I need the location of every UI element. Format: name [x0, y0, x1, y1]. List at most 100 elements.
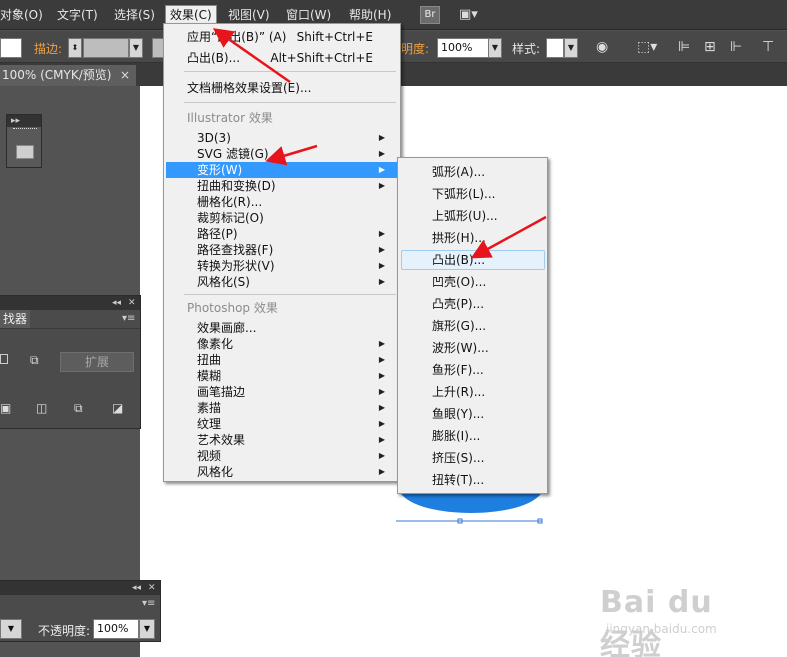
warp-item[interactable]: 拱形(H)... — [432, 230, 486, 246]
menu-item-raster-settings[interactable]: 文档栅格效果设置(E)... — [187, 80, 311, 96]
collapse-icon[interactable]: ◂◂ — [112, 296, 121, 310]
illustrator-effect-item[interactable]: 变形(W) ▶ — [197, 162, 393, 178]
align-center-icon[interactable]: ⊞ — [704, 39, 716, 55]
illustrator-effect-item[interactable]: 转换为形状(V) ▶ — [197, 258, 393, 274]
warp-item[interactable]: 凸出(B)... — [432, 252, 485, 268]
panel-menu-icon[interactable]: ▾≡ — [122, 312, 135, 326]
opacity-dropdown-arrow[interactable]: ▼ — [139, 619, 155, 639]
close-tab-icon[interactable]: × — [120, 65, 130, 86]
illustrator-effect-item[interactable]: 风格化(S) ▶ — [197, 274, 393, 290]
warp-item[interactable]: 扭转(T)... — [432, 472, 484, 488]
fill-swatch[interactable] — [0, 38, 22, 58]
photoshop-effect-item[interactable]: 效果画廊... — [197, 320, 393, 336]
photoshop-effect-item[interactable]: 像素化 ▶ — [197, 336, 393, 352]
illustrator-effect-item[interactable]: 扭曲和变换(D) ▶ — [197, 178, 393, 194]
illustrator-effect-item[interactable]: 裁剪标记(O) — [197, 210, 393, 226]
blend-mode-dropdown[interactable]: ▼ — [0, 619, 22, 639]
warp-item[interactable]: 弧形(A)... — [432, 164, 485, 180]
intersect-icon[interactable]: ⧉ — [30, 354, 44, 366]
merge-icon[interactable]: ⧉ — [74, 402, 88, 414]
style-dropdown-arrow[interactable]: ▼ — [564, 38, 578, 58]
submenu-arrow-icon: ▶ — [378, 387, 385, 396]
document-tab[interactable]: 100% (CMYK/预览) × — [0, 65, 136, 86]
crop-icon[interactable]: ◪ — [112, 402, 124, 414]
style-swatch[interactable] — [546, 38, 564, 58]
photoshop-effects-header: Photoshop 效果 — [187, 301, 278, 315]
submenu-arrow-icon: ▶ — [378, 371, 385, 380]
illustrator-effect-item[interactable]: 路径(P) ▶ — [197, 226, 393, 242]
illustrator-effect-item[interactable]: SVG 滤镜(G) ▶ — [197, 146, 393, 162]
menu-help[interactable]: 帮助(H) — [345, 6, 395, 24]
warp-item[interactable]: 下弧形(L)... — [432, 186, 496, 202]
menu-item-label: 效果画廊... — [197, 321, 257, 335]
warp-item[interactable]: 挤压(S)... — [432, 450, 484, 466]
submenu-arrow-icon: ▶ — [378, 229, 385, 238]
photoshop-effect-item[interactable]: 风格化 ▶ — [197, 464, 393, 480]
submenu-arrow-icon: ▶ — [378, 165, 385, 174]
menu-window[interactable]: 窗口(W) — [282, 6, 335, 24]
collapse-icon[interactable]: ◂◂ — [132, 581, 141, 595]
select-similar-icon[interactable]: ⬚▾ — [637, 39, 657, 55]
warp-item[interactable]: 鱼眼(Y)... — [432, 406, 484, 422]
collapse-icon[interactable]: ▸▸ — [11, 115, 20, 127]
menu-select[interactable]: 选择(S) — [110, 6, 159, 24]
trim-icon[interactable]: ◫ — [36, 402, 48, 414]
photoshop-effect-item[interactable]: 艺术效果 ▶ — [197, 432, 393, 448]
photoshop-effect-item[interactable]: 扭曲 ▶ — [197, 352, 393, 368]
opacity-field[interactable]: 100% — [437, 38, 489, 58]
photoshop-effect-item[interactable]: 视频 ▶ — [197, 448, 393, 464]
submenu-arrow-icon: ▶ — [378, 355, 385, 364]
warp-item[interactable]: 凹壳(O)... — [432, 274, 486, 290]
menu-item-apply-last-effect[interactable]: 应用“凸出(B)” (A) Shift+Ctrl+E — [187, 29, 397, 45]
pathfinder-panel: ◂◂ ✕ 找器 ▾≡ ⧉ 扩展 ▣ ◫ ⧉ ◪ — [0, 295, 141, 429]
menu-item-label: 栅格化(R)... — [197, 195, 263, 209]
menu-effect[interactable]: 效果(C) — [165, 5, 217, 25]
photoshop-effect-item[interactable]: 纹理 ▶ — [197, 416, 393, 432]
panel-menu-icon[interactable]: ▾≡ — [142, 597, 155, 611]
expand-button[interactable]: 扩展 — [60, 352, 134, 372]
align-right-icon[interactable]: ⊩ — [730, 39, 742, 55]
stroke-stepper[interactable]: ⬍ — [68, 38, 82, 58]
warp-item[interactable]: 凸壳(P)... — [432, 296, 484, 312]
stroke-dropdown-arrow[interactable]: ▼ — [129, 38, 143, 58]
bridge-button[interactable]: Br — [420, 6, 440, 24]
menu-type[interactable]: 文字(T) — [53, 6, 102, 24]
illustrator-effect-item[interactable]: 路径查找器(F) ▶ — [197, 242, 393, 258]
menu-item-label: 扭曲和变换(D) — [197, 179, 276, 193]
document-tab-label: 100% (CMYK/预览) — [2, 68, 112, 82]
arrange-documents-icon[interactable]: ▣▾ — [459, 7, 489, 23]
menu-object[interactable]: 对象(O) — [0, 6, 47, 24]
stroke-weight-field[interactable] — [83, 38, 129, 58]
align-top-icon[interactable]: ⊤ — [762, 39, 774, 55]
pathfinder-tab[interactable]: 找器 — [0, 310, 31, 328]
warp-item[interactable]: 鱼形(F)... — [432, 362, 484, 378]
photoshop-effect-item[interactable]: 素描 ▶ — [197, 400, 393, 416]
opacity-field[interactable]: 100% — [93, 619, 139, 639]
photoshop-effect-item[interactable]: 模糊 ▶ — [197, 368, 393, 384]
close-panel-icon[interactable]: ✕ — [128, 296, 136, 310]
align-left-icon[interactable]: ⊫ — [678, 39, 690, 55]
menu-item-last-effect[interactable]: 凸出(B)... Alt+Shift+Ctrl+E — [187, 50, 397, 66]
opacity-dropdown-arrow[interactable]: ▼ — [488, 38, 502, 58]
warp-submenu: 弧形(A)... 下弧形(L)... 上弧形(U)... 拱形(H)... 凸出(B).… — [397, 157, 548, 494]
recolor-artwork-icon[interactable]: ◉ — [596, 39, 608, 55]
warp-item[interactable]: 旗形(G)... — [432, 318, 486, 334]
minus-front-icon[interactable] — [0, 354, 8, 364]
warp-item[interactable]: 膨胀(I)... — [432, 428, 480, 444]
menu-view[interactable]: 视图(V) — [224, 6, 274, 24]
submenu-arrow-icon: ▶ — [378, 467, 385, 476]
divide-icon[interactable]: ▣ — [0, 402, 12, 414]
warp-item[interactable]: 上弧形(U)... — [432, 208, 498, 224]
close-panel-icon[interactable]: ✕ — [148, 581, 156, 595]
warp-item[interactable]: 上升(R)... — [432, 384, 485, 400]
menu-item-label: 画笔描边 — [197, 385, 246, 399]
artboard-tool-icon[interactable] — [16, 145, 34, 159]
watermark-logo: Bai du 经验 — [600, 585, 713, 657]
photoshop-effect-item[interactable]: 画笔描边 ▶ — [197, 384, 393, 400]
illustrator-effect-item[interactable]: 栅格化(R)... — [197, 194, 393, 210]
illustrator-effect-item[interactable]: 3D(3) ▶ — [197, 130, 393, 146]
submenu-arrow-icon: ▶ — [378, 261, 385, 270]
menu-item-label: 风格化 — [197, 465, 234, 479]
menu-item-label: 3D(3) — [197, 131, 231, 145]
warp-item[interactable]: 波形(W)... — [432, 340, 489, 356]
